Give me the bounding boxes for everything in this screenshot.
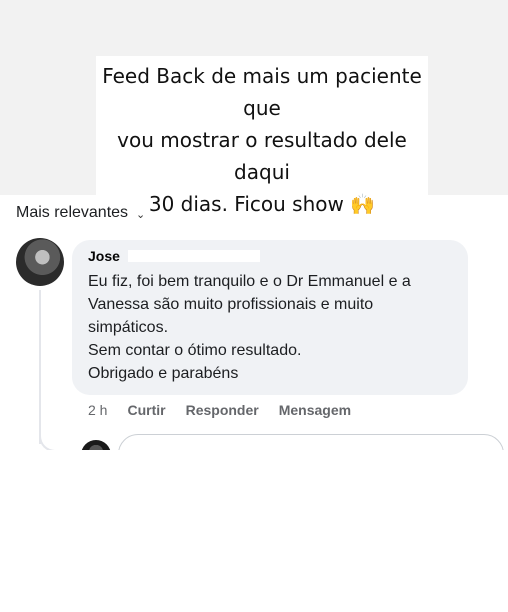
comment-line: Eu fiz, foi bem tranquilo e o Dr Emmanue… xyxy=(88,273,411,290)
comment-timestamp[interactable]: 2 h xyxy=(88,402,107,418)
comment-actions: 2 h Curtir Responder Mensagem xyxy=(88,402,351,418)
like-button[interactable]: Curtir xyxy=(127,402,165,418)
redacted-surname xyxy=(127,250,260,262)
comment-text: Eu fiz, foi bem tranquilo e o Dr Emmanue… xyxy=(88,270,460,385)
caption-line: Feed Back de mais um paciente que xyxy=(102,64,422,120)
reply-button[interactable]: Responder xyxy=(186,402,259,418)
caption-line: 30 dias. Ficou show 🙌 xyxy=(148,192,376,216)
comment-sort-dropdown[interactable]: Mais relevantes ⌄ xyxy=(16,204,145,222)
author-name[interactable]: Jose xyxy=(88,248,120,264)
comment-line: simpáticos. xyxy=(88,319,169,336)
caption-line: vou mostrar o resultado dele daqui xyxy=(117,128,407,184)
chevron-down-icon: ⌄ xyxy=(136,208,146,221)
sort-label: Mais relevantes xyxy=(16,204,129,221)
comment-author[interactable]: Jose xyxy=(88,248,260,264)
comment-line: Obrigado e parabéns xyxy=(88,365,239,382)
comment-line: Sem contar o ótimo resultado. xyxy=(88,342,302,359)
commenter-avatar[interactable] xyxy=(16,238,64,286)
thread-connector xyxy=(39,420,79,452)
story-caption: Feed Back de mais um paciente que vou mo… xyxy=(96,56,428,224)
message-button[interactable]: Mensagem xyxy=(279,402,351,418)
blank-area xyxy=(0,450,508,612)
comment-line: Vanessa são muito profissionais e muito xyxy=(88,296,374,313)
